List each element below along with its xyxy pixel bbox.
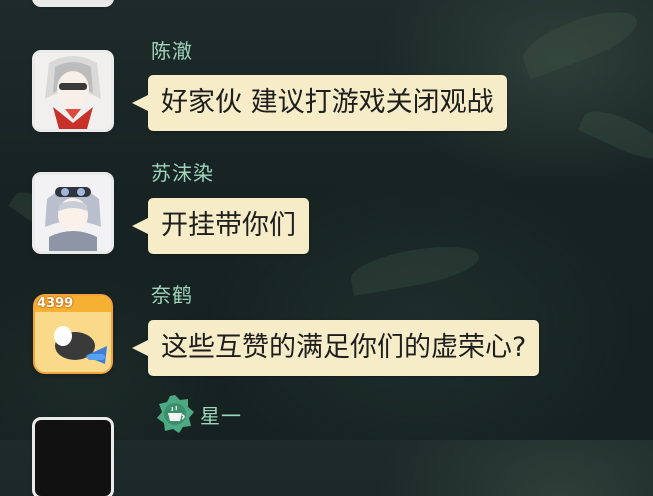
sender-name: 星一 (200, 404, 242, 428)
background-foliage (516, 0, 644, 80)
tea-cup-badge-icon (157, 395, 194, 433)
sender-avatar[interactable] (35, 175, 111, 251)
anime-boy-goggles-avatar (35, 175, 111, 251)
badge-4399: 4399 (37, 296, 74, 311)
sender-avatar[interactable] (35, 53, 111, 129)
sender-avatar[interactable]: 4399 (35, 296, 111, 372)
anime-character-red-scarf-avatar (35, 53, 111, 129)
sender-avatar[interactable] (35, 420, 111, 496)
background-foliage (347, 238, 483, 297)
message-bubble[interactable]: 这些互赞的满足你们的虚荣心? (131, 320, 540, 376)
background-foliage (577, 102, 653, 168)
chat-message (0, 0, 653, 10)
message-bubble[interactable]: 开挂带你们 (132, 198, 309, 254)
sender-name: 陈澈 (151, 39, 193, 63)
sender-name: 奈鹤 (151, 283, 193, 307)
sender-name: 苏沫染 (151, 161, 214, 185)
message-bubble[interactable]: 好家伙 建议打游戏关闭观战 (132, 75, 507, 131)
sender-avatar[interactable] (35, 0, 111, 4)
